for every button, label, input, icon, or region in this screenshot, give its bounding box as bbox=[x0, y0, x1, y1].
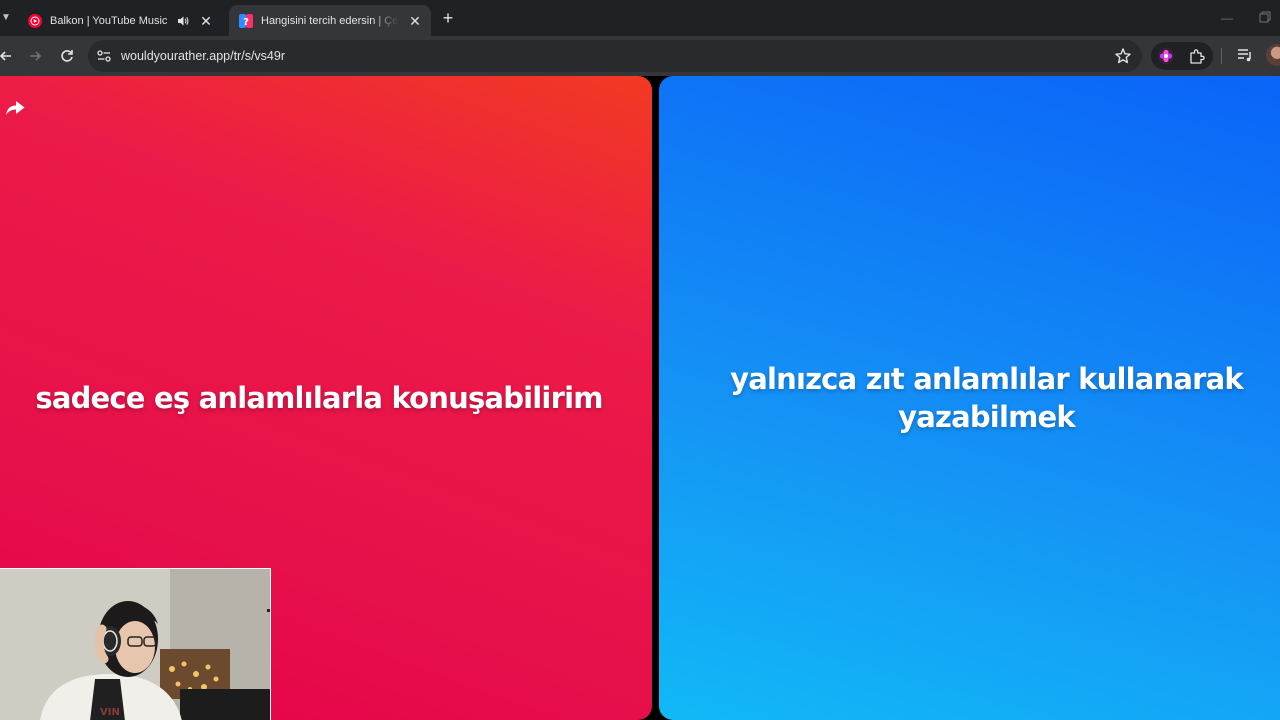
profile-avatar[interactable] bbox=[1266, 44, 1280, 66]
restore-window-icon[interactable] bbox=[1259, 11, 1271, 23]
address-bar[interactable]: wouldyourather.app/tr/s/vs49r bbox=[88, 40, 1142, 72]
svg-text:?: ? bbox=[243, 17, 249, 28]
toolbar-divider bbox=[1221, 48, 1222, 64]
webcam-feed-image: VIN bbox=[0, 569, 270, 720]
speaker-icon[interactable] bbox=[176, 14, 190, 28]
extensions-puzzle-icon[interactable] bbox=[1188, 47, 1206, 65]
svg-text:VIN: VIN bbox=[100, 707, 120, 718]
tab-search-chevron-icon[interactable]: ▼ bbox=[0, 8, 12, 28]
url-text[interactable]: wouldyourather.app/tr/s/vs49r bbox=[121, 40, 285, 72]
minimize-window-icon[interactable]: — bbox=[1220, 8, 1234, 28]
extension-flower-icon[interactable] bbox=[1157, 47, 1175, 65]
browser-toolbar: wouldyourather.app/tr/s/vs49r bbox=[0, 36, 1280, 76]
would-you-rather-icon: ? bbox=[239, 13, 253, 28]
webcam-overlay: VIN bbox=[0, 568, 271, 720]
new-tab-plus-icon[interactable]: + bbox=[438, 8, 458, 28]
close-tab-icon[interactable]: ✕ bbox=[198, 13, 214, 29]
tab-would-you-rather[interactable]: ? Hangisini tercih edersin | Çevrimiçi ✕ bbox=[229, 5, 431, 36]
site-settings-icon[interactable] bbox=[96, 48, 112, 64]
close-tab-icon[interactable]: ✕ bbox=[407, 13, 423, 29]
bookmark-star-icon[interactable] bbox=[1114, 47, 1132, 65]
tab-title: Balkon | YouTube Music bbox=[50, 14, 168, 27]
share-arrow-icon[interactable] bbox=[4, 96, 26, 118]
tab-title: Hangisini tercih edersin | Çevrimiçi bbox=[261, 14, 399, 27]
reload-icon[interactable] bbox=[57, 46, 77, 66]
option-b-card[interactable]: yalnızca zıt anlamlılar kullanarak yazab… bbox=[659, 76, 1280, 720]
media-controls-icon[interactable] bbox=[1236, 46, 1254, 64]
tab-youtube-music[interactable]: Balkon | YouTube Music ✕ bbox=[18, 5, 222, 36]
back-arrow-icon[interactable] bbox=[0, 46, 16, 66]
option-a-text: sadece eş anlamlılarla konuşabilirim bbox=[35, 381, 603, 415]
forward-arrow-icon[interactable] bbox=[25, 46, 45, 66]
option-b-text: yalnızca zıt anlamlılar kullanarak yazab… bbox=[730, 362, 1244, 434]
extensions-group bbox=[1151, 42, 1213, 70]
tab-strip: ▼ Balkon | YouTube Music ✕ ? Hangisini t… bbox=[0, 0, 1280, 36]
youtube-music-icon bbox=[28, 13, 42, 28]
